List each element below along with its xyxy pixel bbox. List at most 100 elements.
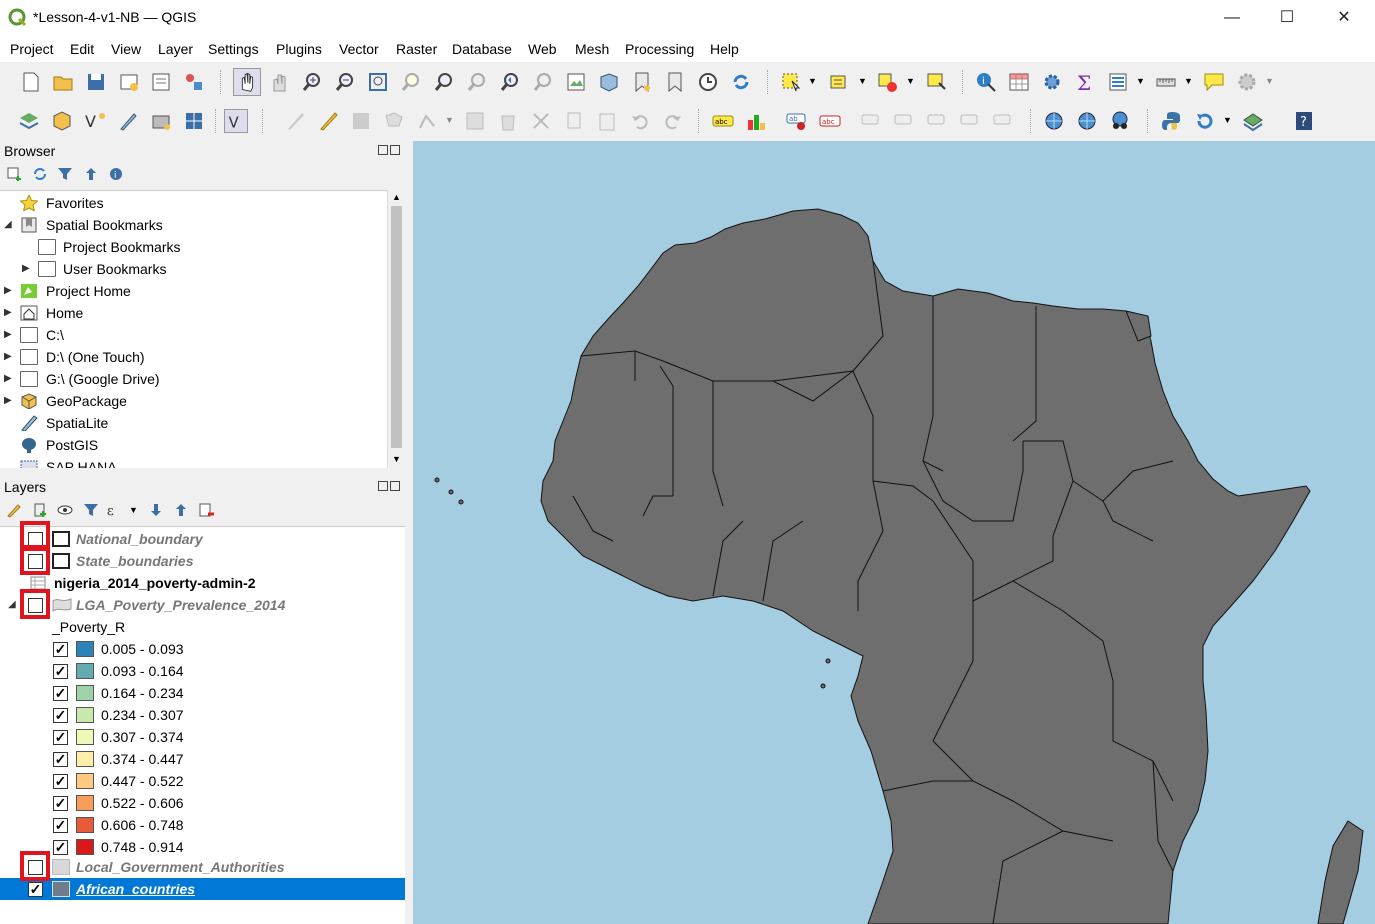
new-spatialite-layer-icon[interactable] xyxy=(117,110,139,132)
menu-plugins[interactable]: Plugins xyxy=(276,41,322,57)
filter-legend-icon[interactable] xyxy=(83,502,99,518)
show-hide-labels-icon[interactable] xyxy=(861,110,883,132)
legend-class-item[interactable]: ✓ 0.374 - 0.447 xyxy=(0,748,405,770)
zoom-to-selection-icon[interactable] xyxy=(400,71,422,93)
class-visibility-checkbox[interactable]: ✓ xyxy=(53,730,68,745)
label-properties-icon[interactable] xyxy=(993,110,1015,132)
settings-disabled-icon[interactable] xyxy=(1236,71,1258,93)
map-canvas[interactable] xyxy=(413,141,1375,924)
help-icon[interactable]: ? xyxy=(1293,110,1315,132)
expand-all-icon[interactable] xyxy=(148,502,164,518)
class-visibility-checkbox[interactable]: ✓ xyxy=(53,774,68,789)
panel-dock-buttons[interactable] xyxy=(378,481,402,492)
close-panel-icon[interactable] xyxy=(390,145,400,155)
chevron-down-icon[interactable]: ▼ xyxy=(808,76,817,86)
class-visibility-checkbox[interactable]: ✓ xyxy=(53,840,68,855)
collapse-all-icon[interactable] xyxy=(83,166,99,182)
layer-state-boundaries[interactable]: State_boundaries xyxy=(0,550,405,572)
open-layer-styling-icon[interactable] xyxy=(1107,71,1129,93)
zoom-last-icon[interactable] xyxy=(499,71,521,93)
chevron-down-icon[interactable]: ▼ xyxy=(129,505,138,515)
chevron-down-icon[interactable]: ▼ xyxy=(1136,76,1145,86)
chevron-right-icon[interactable]: ▶ xyxy=(4,308,14,318)
copy-features-icon[interactable] xyxy=(563,110,585,132)
legend-class-item[interactable]: ✓ 0.447 - 0.522 xyxy=(0,770,405,792)
manage-visibility-icon[interactable] xyxy=(57,502,73,518)
toggle-editing-icon[interactable] xyxy=(318,110,340,132)
chevron-down-icon[interactable]: ◢ xyxy=(8,600,18,610)
processing-toolbox-icon[interactable] xyxy=(1041,71,1063,93)
refresh-icon[interactable] xyxy=(32,166,48,182)
scroll-up-icon[interactable]: ▲ xyxy=(392,192,401,202)
select-features-icon[interactable] xyxy=(780,71,802,93)
chevron-down-icon[interactable]: ▼ xyxy=(1223,115,1232,125)
legend-class-item[interactable]: ✓ 0.093 - 0.164 xyxy=(0,660,405,682)
legend-class-item[interactable]: ✓ 0.234 - 0.307 xyxy=(0,704,405,726)
data-source-manager-icon[interactable] xyxy=(18,110,40,132)
chevron-right-icon[interactable]: ▶ xyxy=(4,396,14,406)
layer-lga-poverty-prevalence[interactable]: ◢ LGA_Poverty_Prevalence_2014 xyxy=(0,594,405,616)
close-button[interactable]: ✕ xyxy=(1332,6,1356,30)
scroll-down-icon[interactable]: ▼ xyxy=(392,454,401,464)
minimize-button[interactable]: — xyxy=(1220,6,1244,30)
highlight-pinned-labels-icon[interactable]: abc xyxy=(819,110,841,132)
menu-mesh[interactable]: Mesh xyxy=(575,41,609,57)
label-toolbar-icon[interactable]: abc xyxy=(712,110,734,132)
chevron-down-icon[interactable]: ▼ xyxy=(445,115,454,125)
temporal-controller-icon[interactable] xyxy=(697,71,719,93)
add-group-icon[interactable] xyxy=(32,502,48,518)
attribute-table-icon[interactable] xyxy=(1008,71,1030,93)
new-spatial-bookmark-icon[interactable] xyxy=(631,71,653,93)
chevron-down-icon[interactable]: ▼ xyxy=(906,76,915,86)
chevron-down-icon[interactable]: ▼ xyxy=(1265,76,1274,86)
browser-scrollbar[interactable]: ▲ ▼ xyxy=(387,190,405,468)
collapse-all-icon[interactable] xyxy=(173,502,189,518)
add-feature-icon[interactable] xyxy=(383,110,405,132)
chevron-down-icon[interactable]: ▼ xyxy=(858,76,867,86)
class-visibility-checkbox[interactable]: ✓ xyxy=(53,818,68,833)
class-visibility-checkbox[interactable]: ✓ xyxy=(53,642,68,657)
redo-icon[interactable] xyxy=(662,110,684,132)
class-visibility-checkbox[interactable]: ✓ xyxy=(53,686,68,701)
open-layer-styling-icon[interactable] xyxy=(6,502,22,518)
select-location-icon[interactable] xyxy=(925,71,947,93)
menu-processing[interactable]: Processing xyxy=(625,41,694,57)
chevron-right-icon[interactable]: ▶ xyxy=(4,286,14,296)
new-project-icon[interactable] xyxy=(20,71,42,93)
new-geopackage-layer-icon[interactable] xyxy=(51,110,73,132)
class-visibility-checkbox[interactable]: ✓ xyxy=(53,752,68,767)
chevron-down-icon[interactable]: ▼ xyxy=(1184,76,1193,86)
legend-class-item[interactable]: ✓ 0.522 - 0.606 xyxy=(0,792,405,814)
zoom-to-layer-icon[interactable] xyxy=(433,71,455,93)
new-shapefile-layer-icon[interactable]: V xyxy=(84,110,106,132)
modify-attributes-icon[interactable] xyxy=(464,110,486,132)
metasearch-icon[interactable] xyxy=(1109,110,1131,132)
new-3d-map-view-icon[interactable] xyxy=(598,71,620,93)
zoom-in-icon[interactable] xyxy=(301,71,323,93)
class-visibility-checkbox[interactable]: ✓ xyxy=(53,664,68,679)
move-label-icon[interactable] xyxy=(894,110,916,132)
panel-dock-buttons[interactable] xyxy=(378,145,402,156)
zoom-next-icon[interactable] xyxy=(532,71,554,93)
quickmapservices-icon[interactable] xyxy=(1242,110,1264,132)
layout-manager-icon[interactable] xyxy=(150,71,172,93)
statistical-summary-icon[interactable]: Σ xyxy=(1074,71,1096,93)
new-map-view-icon[interactable] xyxy=(565,71,587,93)
filter-icon[interactable] xyxy=(57,166,73,182)
legend-class-item[interactable]: ✓ 0.164 - 0.234 xyxy=(0,682,405,704)
add-wms-layer-icon[interactable] xyxy=(1043,110,1065,132)
add-wfs-layer-icon[interactable] xyxy=(1076,110,1098,132)
new-print-layout-icon[interactable] xyxy=(118,71,140,93)
menu-web[interactable]: Web xyxy=(528,41,557,57)
chevron-right-icon[interactable]: ▶ xyxy=(4,352,14,362)
plugin-reloader-icon[interactable] xyxy=(1194,110,1216,132)
layer-local-government-authorities[interactable]: Local_Government_Authorities xyxy=(0,856,405,878)
python-console-icon[interactable] xyxy=(1161,110,1183,132)
new-virtual-layer-icon[interactable] xyxy=(183,110,205,132)
zoom-native-icon[interactable] xyxy=(466,71,488,93)
change-label-icon[interactable] xyxy=(960,110,982,132)
open-project-icon[interactable] xyxy=(52,71,74,93)
legend-class-item[interactable]: ✓ 0.307 - 0.374 xyxy=(0,726,405,748)
deselect-features-icon[interactable] xyxy=(876,71,898,93)
undo-icon[interactable] xyxy=(629,110,651,132)
